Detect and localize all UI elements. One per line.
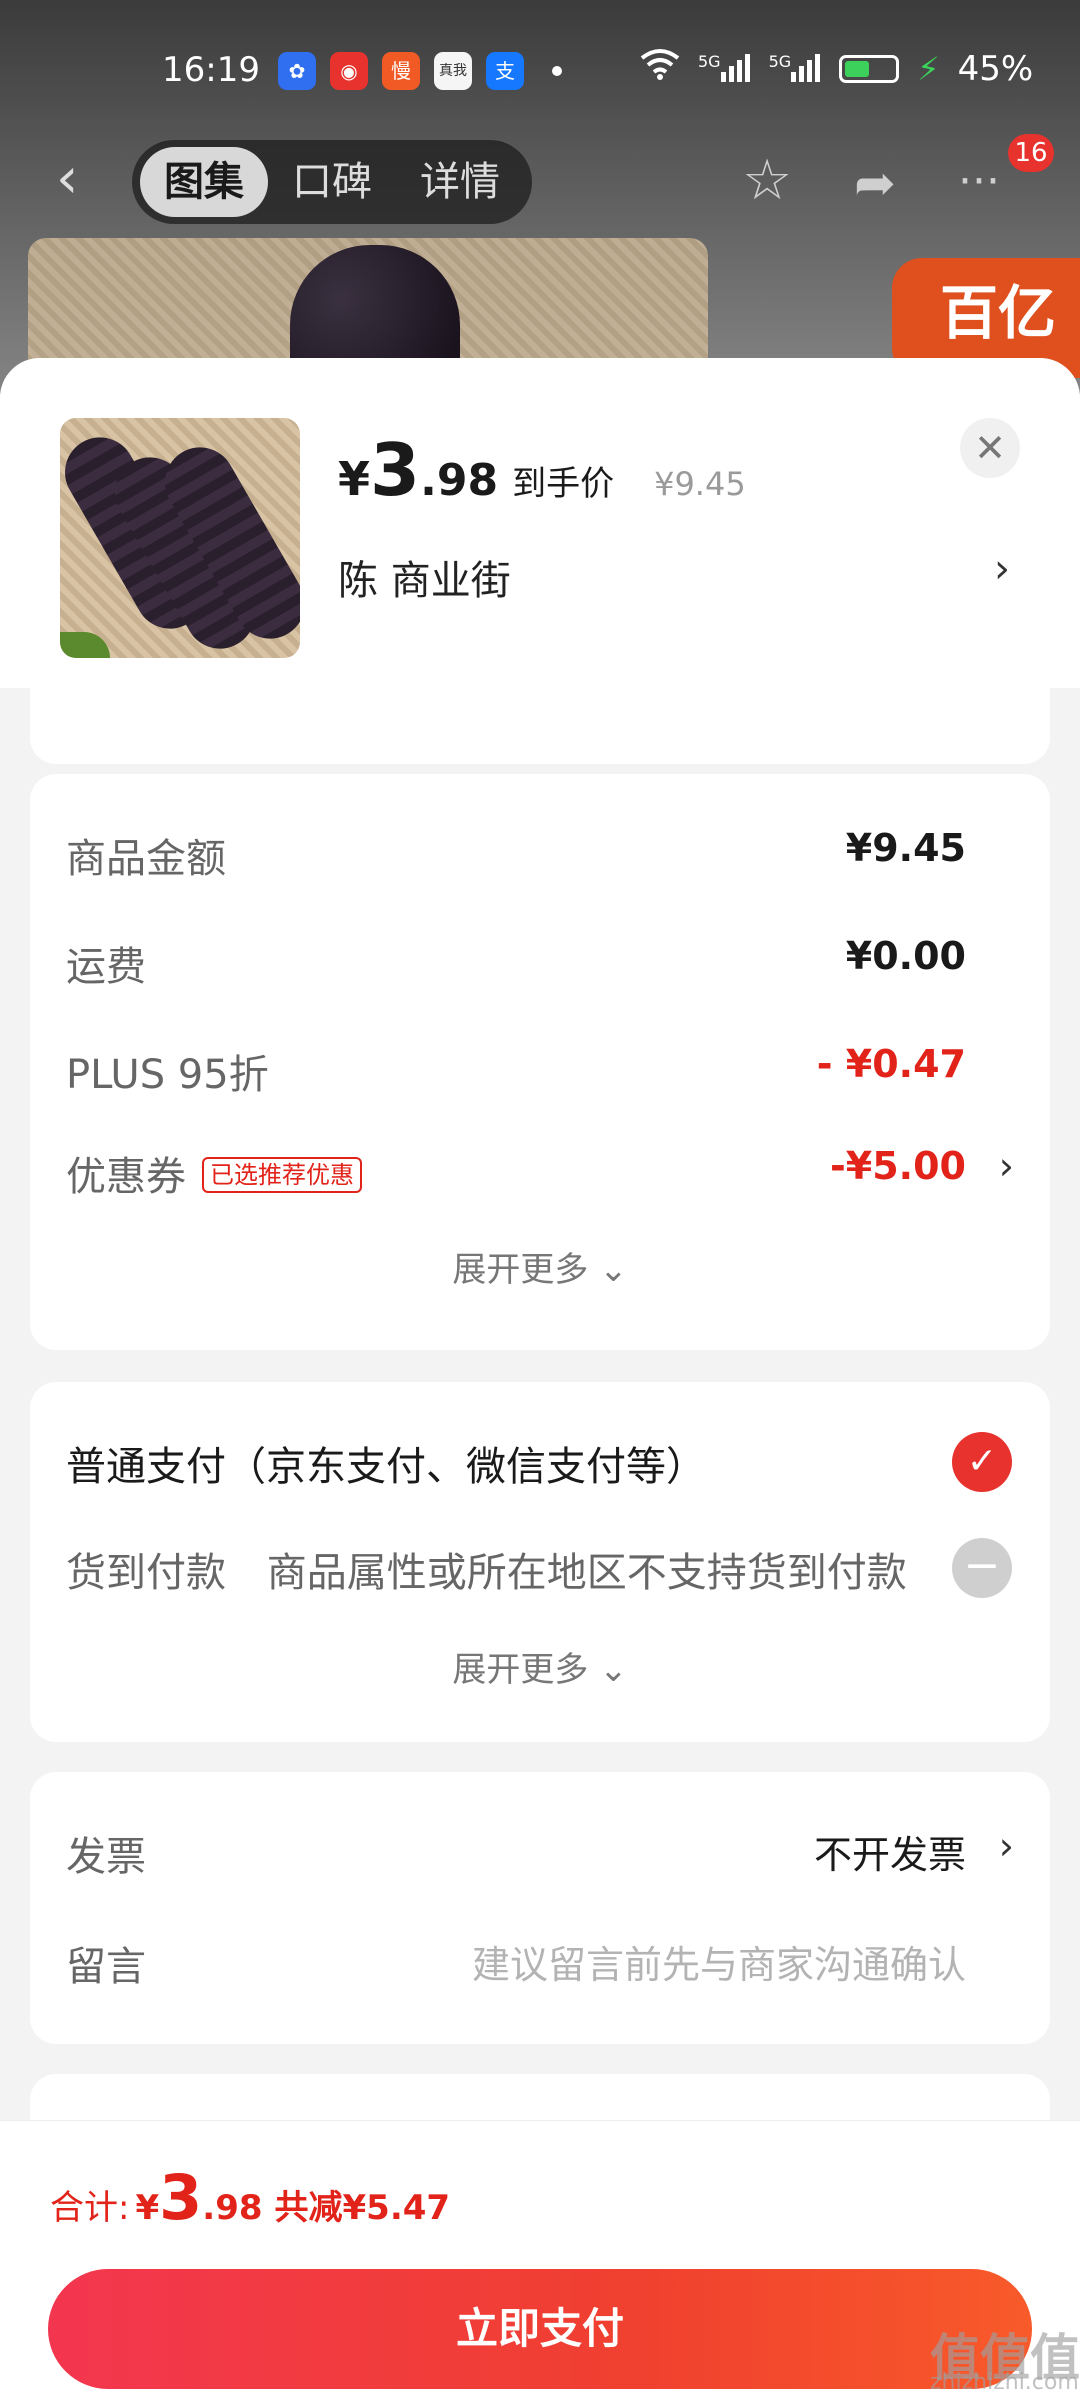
tab-reviews[interactable]: 口碑 — [268, 147, 396, 217]
battery-percent: 45% — [957, 48, 1034, 89]
invoice-label: 发票 — [66, 1834, 146, 1880]
cost-value: ¥0.00 — [845, 934, 966, 978]
note-label: 留言 — [66, 1944, 146, 1990]
cost-label: 运费 — [66, 944, 146, 990]
checkout-footer: 合计: ¥ 3 .98 共减¥5.47 立即支付 — [0, 2120, 1080, 2401]
cost-value: -¥5.00 — [830, 1144, 966, 1188]
cost-row-plus-discount: PLUS 95折 - ¥0.47 — [66, 1042, 1014, 1102]
cost-value: - ¥0.47 — [816, 1042, 966, 1086]
tab-gallery[interactable]: 图集 — [140, 147, 268, 217]
close-icon[interactable]: ✕ — [960, 418, 1020, 478]
cost-value: ¥9.45 — [845, 826, 966, 870]
checkmark-icon[interactable]: ✓ — [952, 1432, 1012, 1492]
invoice-note-card: 发票 不开发票 › 留言 建议留言前先与商家沟通确认 — [30, 1772, 1050, 2044]
status-bar: 16:19 ✿ ◉ 慢 真我 支 5G 5G ⚡ 45% — [0, 40, 1080, 110]
alipay-icon: 支 — [486, 52, 524, 90]
realme-icon: 真我 — [434, 52, 472, 90]
invoice-value: 不开发票 — [813, 1833, 966, 1877]
total-integer: 3 — [159, 2161, 203, 2234]
signal-icon-2: 5G — [769, 52, 822, 86]
status-more-dot — [552, 66, 562, 76]
cod-label: 货到付款 — [66, 1550, 226, 1596]
expand-more-button[interactable]: 展开更多 ⌄ — [30, 1642, 1050, 1691]
product-thumbnail — [60, 418, 300, 658]
chevron-right-icon[interactable]: › — [994, 546, 1010, 592]
cost-row-shipping: 运费 ¥0.00 — [66, 934, 1014, 994]
price-label: 到手价 — [512, 464, 615, 504]
wifi-icon — [640, 48, 680, 89]
order-total: 合计: ¥ 3 .98 共减¥5.47 — [50, 2161, 450, 2234]
cost-row-coupon[interactable]: 优惠券 已选推荐优惠 -¥5.00 › — [66, 1144, 1014, 1204]
total-decimal: .98 — [202, 2188, 263, 2228]
cost-breakdown-card: 商品金额 ¥9.45 运费 ¥0.00 PLUS 95折 - ¥0.47 优惠券… — [30, 774, 1050, 1350]
original-price: ¥9.45 — [654, 465, 746, 503]
cost-label: 优惠券 已选推荐优惠 — [66, 1144, 362, 1202]
note-input[interactable]: 建议留言前先与商家沟通确认 — [472, 1934, 966, 1989]
cost-label: 商品金额 — [66, 836, 226, 882]
checkout-sheet: ¥ 3 .98 到手价 ¥9.45 陈 商业街 › ✕ 商品金额 ¥9.45 运… — [0, 358, 1080, 2400]
price-currency: ¥ — [338, 452, 371, 506]
chevron-right-icon[interactable]: › — [999, 1824, 1014, 1868]
watermark-url: zhizhizhi.com — [930, 2370, 1079, 2395]
cost-label: PLUS 95折 — [66, 1052, 269, 1098]
charging-icon: ⚡ — [917, 49, 940, 88]
baidu-icon: ✿ — [278, 52, 316, 90]
disabled-minus-icon: − — [952, 1538, 1012, 1598]
total-discount: 共减¥5.47 — [274, 2188, 451, 2228]
battery-icon — [839, 54, 900, 83]
invoice-row[interactable]: 发票 不开发票 › — [66, 1824, 1014, 1884]
favorite-star-icon[interactable]: ☆ — [742, 148, 792, 213]
status-notification-icons: ✿ ◉ 慢 真我 支 — [278, 52, 524, 90]
cod-unavailable-note: 商品属性或所在地区不支持货到付款 — [266, 1550, 907, 1596]
tab-details[interactable]: 详情 — [396, 147, 524, 217]
jd-icon: ◉ — [330, 52, 368, 90]
collapsed-card-bottom — [30, 688, 1050, 764]
status-time: 16:19 — [162, 50, 260, 90]
payment-option-cod: 货到付款 商品属性或所在地区不支持货到付款 — [66, 1540, 907, 1598]
top-navigation: ‹ 图集 口碑 详情 ☆ ➦ ··· 16 — [0, 134, 1080, 226]
total-label: 合计: — [50, 2188, 130, 2228]
status-system-icons: 5G 5G ⚡ 45% — [640, 48, 1033, 89]
total-currency: ¥ — [135, 2188, 160, 2228]
price-decimal: .98 — [420, 455, 499, 506]
delivery-address[interactable]: 陈 商业街 — [338, 548, 511, 606]
recommended-coupon-tag: 已选推荐优惠 — [202, 1157, 362, 1193]
price-integer: 3 — [370, 428, 421, 512]
signal-icon: 5G — [698, 52, 751, 86]
pay-now-button[interactable]: 立即支付 — [48, 2269, 1032, 2389]
section-switcher: 图集 口碑 详情 — [132, 140, 532, 224]
final-price: ¥ 3 .98 到手价 ¥9.45 — [338, 428, 746, 512]
share-icon[interactable]: ➦ — [854, 154, 896, 212]
note-row[interactable]: 留言 建议留言前先与商家沟通确认 — [66, 1934, 1014, 1994]
expand-more-button[interactable]: 展开更多 ⌄ — [30, 1242, 1050, 1291]
payment-option-normal[interactable]: 普通支付（京东支付、微信支付等） — [66, 1434, 706, 1492]
back-icon[interactable]: ‹ — [56, 151, 78, 207]
cost-row-subtotal: 商品金额 ¥9.45 — [66, 826, 1014, 886]
more-menu-icon[interactable]: ··· — [958, 156, 1000, 207]
chevron-right-icon[interactable]: › — [999, 1144, 1014, 1188]
message-count-badge: 16 — [1008, 134, 1054, 172]
product-summary: ¥ 3 .98 到手价 ¥9.45 陈 商业街 › ✕ — [0, 358, 1080, 688]
manmanbuy-icon: 慢 — [382, 52, 420, 90]
payment-method-card: 普通支付（京东支付、微信支付等） ✓ 货到付款 商品属性或所在地区不支持货到付款… — [30, 1382, 1050, 1742]
